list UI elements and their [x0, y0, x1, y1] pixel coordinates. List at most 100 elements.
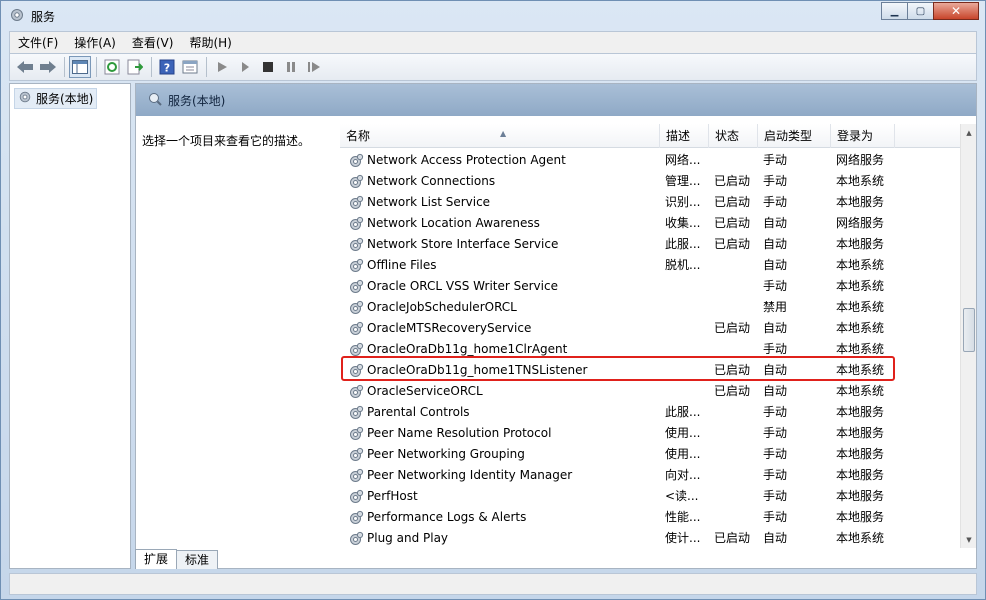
export-list-icon[interactable]: [124, 56, 146, 78]
service-logon-as: 本地服务: [836, 426, 885, 440]
service-name: OracleJobSchedulerORCL: [367, 300, 517, 314]
service-gear-icon: [348, 510, 364, 526]
table-row[interactable]: Peer Name Resolution Protocol 使用... 手动 本地服务: [340, 423, 960, 444]
service-description: [665, 381, 709, 402]
table-row[interactable]: OracleMTSRecoveryService 已启动 自动 本地系统: [340, 318, 960, 339]
column-header-status[interactable]: 状态: [709, 124, 758, 148]
service-startup-type: 手动: [763, 510, 788, 524]
service-name: Network Access Protection Agent: [367, 153, 566, 167]
service-startup-type: 自动: [763, 363, 788, 377]
service-startup-type: 手动: [763, 405, 788, 419]
column-header-logon[interactable]: 登录为: [831, 124, 895, 148]
service-startup-type: 手动: [763, 447, 788, 461]
start-service-icon[interactable]: [211, 56, 233, 78]
maximize-button[interactable]: ▢: [907, 2, 934, 20]
minimize-button[interactable]: ▁: [881, 2, 908, 20]
forward-icon[interactable]: [37, 56, 59, 78]
scroll-down-icon[interactable]: ▼: [961, 531, 977, 548]
refresh-icon[interactable]: [101, 56, 123, 78]
table-row[interactable]: OracleOraDb11g_home1ClrAgent 手动 本地系统: [340, 339, 960, 360]
tab-extended[interactable]: 扩展: [135, 549, 178, 569]
service-startup-type: 手动: [763, 195, 788, 209]
play-icon[interactable]: [234, 56, 256, 78]
service-startup-type: 手动: [763, 342, 788, 356]
services-window: 服务 ▁ ▢ ✕ 文件(F) 操作(A) 查看(V) 帮助(H) ? 服务(本地…: [0, 0, 986, 600]
gear-icon: [9, 7, 25, 23]
menu-action[interactable]: 操作(A): [66, 33, 124, 53]
menu-view[interactable]: 查看(V): [124, 33, 182, 53]
service-logon-as: 本地系统: [836, 321, 885, 335]
menu-help[interactable]: 帮助(H): [181, 33, 239, 53]
table-row[interactable]: Network Connections 管理... 已启动 手动 本地系统: [340, 171, 960, 192]
service-description: 此服...: [665, 405, 701, 419]
service-name: OracleOraDb11g_home1ClrAgent: [367, 342, 568, 356]
scroll-up-icon[interactable]: ▲: [961, 124, 977, 141]
service-logon-as: 本地服务: [836, 405, 885, 419]
column-header-desc[interactable]: 描述: [660, 124, 709, 148]
table-row[interactable]: Network List Service 识别... 已启动 手动 本地服务: [340, 192, 960, 213]
service-startup-type: 自动: [763, 531, 788, 545]
show-tree-icon[interactable]: [69, 56, 91, 78]
service-logon-as: 本地系统: [836, 300, 885, 314]
status-bar: [9, 573, 977, 595]
service-name: Plug and Play: [367, 531, 449, 545]
table-row[interactable]: Network Location Awareness 收集... 已启动 自动 网络服务: [340, 213, 960, 234]
tab-standard[interactable]: 标准: [176, 550, 219, 569]
title-bar[interactable]: 服务 ▁ ▢ ✕: [1, 1, 985, 31]
service-status: 已启动: [714, 531, 751, 545]
service-status: [714, 465, 760, 486]
column-header-startup[interactable]: 启动类型: [758, 124, 831, 148]
service-description: 性能...: [665, 510, 701, 524]
service-gear-icon: [348, 426, 364, 442]
service-gear-icon: [348, 258, 364, 274]
table-row[interactable]: PerfHost <读... 手动 本地服务: [340, 486, 960, 507]
restart-service-icon[interactable]: [303, 56, 325, 78]
service-name: Network Location Awareness: [367, 216, 540, 230]
table-row[interactable]: Oracle ORCL VSS Writer Service 手动 本地系统: [340, 276, 960, 297]
properties-icon[interactable]: [179, 56, 201, 78]
help-icon[interactable]: ?: [156, 56, 178, 78]
service-status: 已启动: [714, 195, 751, 209]
service-name: Network Store Interface Service: [367, 237, 559, 251]
table-row[interactable]: Peer Networking Identity Manager 向对... 手动 本…: [340, 465, 960, 486]
service-gear-icon: [348, 153, 364, 169]
table-row[interactable]: Network Access Protection Agent 网络... 手动 网络…: [340, 150, 960, 171]
back-icon[interactable]: [14, 56, 36, 78]
service-logon-as: 网络服务: [836, 216, 885, 230]
close-button[interactable]: ✕: [933, 2, 979, 20]
service-startup-type: 自动: [763, 258, 788, 272]
menu-file[interactable]: 文件(F): [10, 33, 66, 53]
service-status: [714, 150, 760, 171]
pause-service-icon[interactable]: [280, 56, 302, 78]
service-startup-type: 禁用: [763, 300, 788, 314]
service-gear-icon: [348, 174, 364, 190]
table-row[interactable]: Plug and Play 使计... 已启动 自动 本地系统: [340, 528, 960, 548]
toolbar-separator: [206, 57, 207, 77]
table-row[interactable]: OracleOraDb11g_home1TNSListener 已启动 自动 本地系统: [340, 360, 960, 381]
column-header-name[interactable]: 名称 ▲: [340, 124, 660, 148]
service-gear-icon: [348, 531, 364, 547]
table-row[interactable]: Parental Controls 此服... 手动 本地服务: [340, 402, 960, 423]
service-status: [714, 444, 760, 465]
table-row[interactable]: OracleJobSchedulerORCL 禁用 本地系统: [340, 297, 960, 318]
table-row[interactable]: Network Store Interface Service 此服... 已启动自…: [340, 234, 960, 255]
service-startup-type: 手动: [763, 174, 788, 188]
service-logon-as: 本地系统: [836, 384, 885, 398]
service-name: Network List Service: [367, 195, 491, 209]
service-description: 管理...: [665, 174, 701, 188]
vertical-scrollbar[interactable]: ▲ ▼: [960, 124, 976, 548]
service-description: [665, 318, 709, 339]
table-row[interactable]: OracleServiceORCL 已启动 自动 本地系统: [340, 381, 960, 402]
service-name: OracleServiceORCL: [367, 384, 483, 398]
table-row[interactable]: Performance Logs & Alerts 性能... 手动 本地服务: [340, 507, 960, 528]
description-text: 选择一个项目来查看它的描述。: [142, 134, 311, 148]
service-startup-type: 自动: [763, 237, 788, 251]
service-description: 使用...: [665, 447, 701, 461]
service-name: Peer Networking Identity Manager: [367, 468, 573, 482]
stop-service-icon[interactable]: [257, 56, 279, 78]
toolbar-separator: [151, 57, 152, 77]
scroll-thumb[interactable]: [963, 308, 975, 352]
table-row[interactable]: Peer Networking Grouping 使用... 手动 本地服务: [340, 444, 960, 465]
tree-item-services-local[interactable]: 服务(本地): [14, 88, 98, 109]
table-row[interactable]: Offline Files 脱机... 自动 本地系统: [340, 255, 960, 276]
